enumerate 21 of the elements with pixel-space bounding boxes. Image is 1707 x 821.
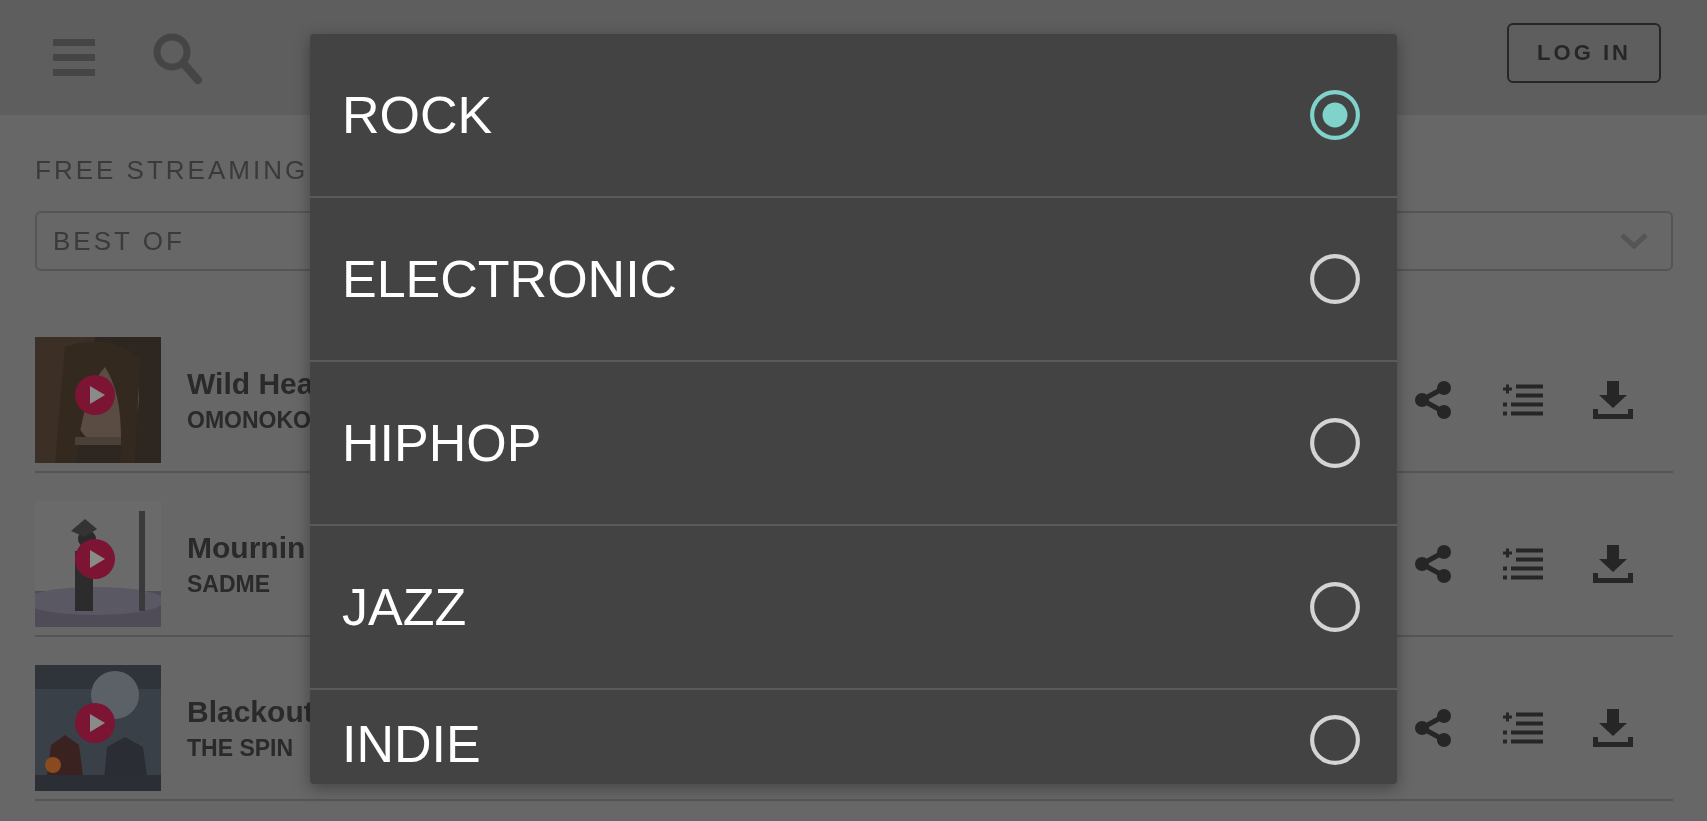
share-icon[interactable] [1413,545,1453,583]
genre-option[interactable]: ELECTRONIC [310,198,1397,362]
download-icon[interactable] [1593,545,1633,583]
menu-icon[interactable] [53,39,95,76]
radio-button[interactable] [1309,417,1361,469]
share-icon[interactable] [1413,709,1453,747]
genre-option[interactable]: JAZZ [310,526,1397,690]
radio-button[interactable] [1309,581,1361,633]
search-icon[interactable] [152,31,202,84]
play-button[interactable] [75,703,115,743]
play-button[interactable] [75,539,115,579]
play-button[interactable] [75,375,115,415]
genre-option[interactable]: ROCK [310,34,1397,198]
radio-button[interactable] [1309,714,1361,766]
share-icon[interactable] [1413,381,1453,419]
radio-button[interactable] [1309,89,1361,141]
download-icon[interactable] [1593,381,1633,419]
download-icon[interactable] [1593,709,1633,747]
genre-option[interactable]: HIPHOP [310,362,1397,526]
radio-button[interactable] [1309,253,1361,305]
genre-option[interactable]: INDIE [310,690,1397,784]
